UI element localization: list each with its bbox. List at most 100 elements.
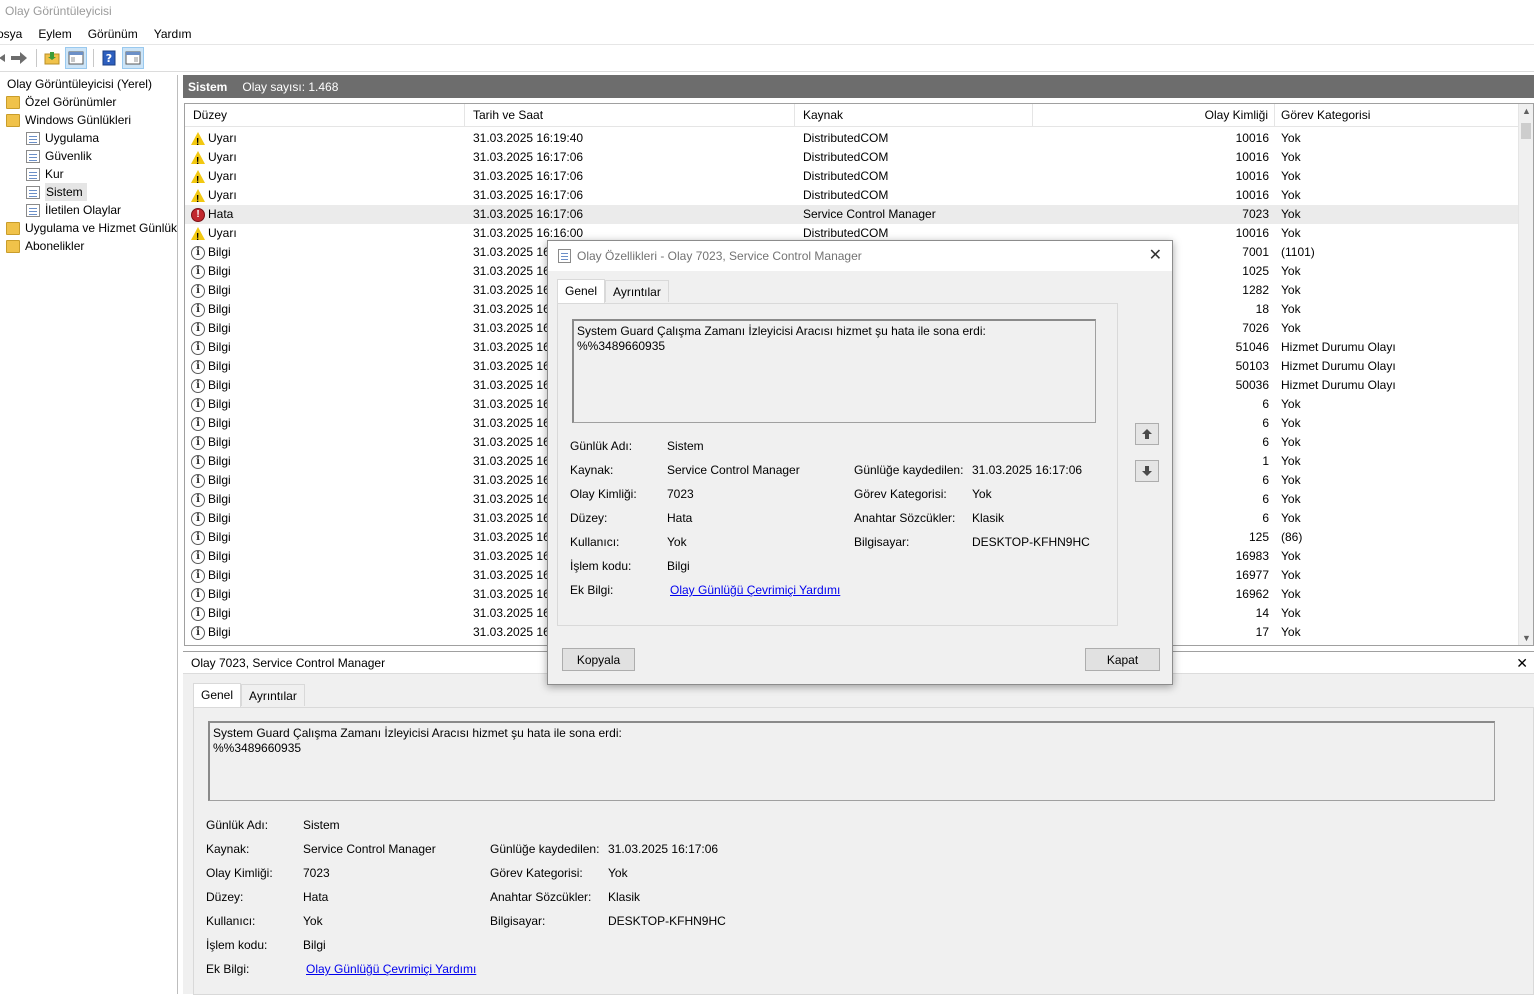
- table-row[interactable]: Uyarı 31.03.2025 16:17:06 DistributedCOM 10…: [185, 148, 1519, 167]
- column-task-category[interactable]: Görev Kategorisi: [1275, 104, 1519, 127]
- close-icon[interactable]: ✕: [1149, 241, 1162, 271]
- tree-log-label: Uygulama: [45, 131, 100, 145]
- level-text: Bilgi: [208, 283, 231, 297]
- column-level[interactable]: Düzey: [185, 104, 465, 127]
- cell-date: 31.03.2025 16:17:06: [473, 207, 584, 221]
- cell-level: i Bilgi: [185, 262, 465, 281]
- menu-bar: osya Eylem Görünüm Yardım: [0, 24, 1534, 45]
- level-text: Hata: [208, 207, 234, 221]
- cell-level: Uyarı: [185, 129, 465, 148]
- log-header: Sistem Olay sayısı: 1.468: [183, 75, 1534, 98]
- tree-custom-views[interactable]: Özel Görünümler: [0, 93, 177, 111]
- menu-file[interactable]: osya: [0, 24, 30, 44]
- info-icon: i: [191, 492, 205, 507]
- back-arrow-icon[interactable]: [0, 47, 6, 69]
- scroll-up-icon[interactable]: ▲: [1522, 106, 1531, 116]
- info-icon: i: [191, 321, 205, 336]
- label-more-info: Ek Bilgi:: [206, 962, 250, 976]
- label-user: Kullanıcı:: [206, 914, 256, 928]
- level-text: Bilgi: [208, 245, 231, 259]
- cell-source: DistributedCOM: [803, 169, 889, 183]
- folder-open-icon: [6, 113, 20, 127]
- tree-log-label: Güvenlik: [45, 149, 92, 163]
- table-row[interactable]: ! Hata 31.03.2025 16:17:06 Service Control …: [185, 205, 1519, 224]
- info-icon: i: [191, 606, 205, 621]
- menu-action[interactable]: Eylem: [30, 24, 79, 44]
- column-event-id[interactable]: Olay Kimliği: [1033, 104, 1275, 127]
- tree-custom-views-label: Özel Görünümler: [25, 95, 117, 109]
- more-info-link[interactable]: Olay Günlüğü Çevrimiçi Yardımı: [670, 583, 840, 597]
- close-button[interactable]: Kapat: [1085, 648, 1160, 671]
- next-event-button[interactable]: [1135, 460, 1159, 482]
- table-row[interactable]: Uyarı 31.03.2025 16:17:06 DistributedCOM 10…: [185, 186, 1519, 205]
- event-description[interactable]: System Guard Çalışma Zamanı İzleyicisi A…: [208, 721, 1495, 801]
- scroll-down-icon[interactable]: ▼: [1522, 633, 1531, 643]
- cell-level: i Bilgi: [185, 528, 465, 547]
- info-icon: i: [191, 302, 205, 317]
- tab-details[interactable]: Ayrıntılar: [241, 684, 305, 706]
- info-icon: i: [191, 245, 205, 260]
- console-tree-icon[interactable]: [65, 47, 87, 69]
- cell-task-category: Yok: [1281, 568, 1301, 582]
- tree-subscriptions[interactable]: Abonelikler: [0, 237, 177, 255]
- cell-level: i Bilgi: [185, 452, 465, 471]
- tab-general[interactable]: Genel: [557, 279, 606, 303]
- tree-log-label: Sistem: [45, 183, 87, 201]
- log-icon: [26, 167, 40, 181]
- tree-app-services[interactable]: Uygulama ve Hizmet Günlük: [0, 219, 177, 237]
- menu-help[interactable]: Yardım: [146, 24, 200, 44]
- event-list-scrollbar[interactable]: ▲ ▼: [1518, 104, 1533, 645]
- value-keywords: Klasik: [972, 511, 1005, 525]
- tree-log-application[interactable]: Uygulama: [0, 129, 177, 147]
- cell-level: ! Hata: [185, 205, 465, 224]
- tree-log-forwarded[interactable]: İletilen Olaylar: [0, 201, 177, 219]
- cell-task-category: Yok: [1281, 188, 1301, 202]
- tree-root[interactable]: Olay Görüntüleyicisi (Yerel): [0, 75, 177, 93]
- table-row[interactable]: Uyarı 31.03.2025 16:19:40 DistributedCOM 10…: [185, 129, 1519, 148]
- value-level: Hata: [303, 890, 329, 904]
- tab-details[interactable]: Ayrıntılar: [605, 280, 669, 302]
- cell-level: i Bilgi: [185, 490, 465, 509]
- open-folder-icon[interactable]: [41, 47, 63, 69]
- tree-log-security[interactable]: Güvenlik: [0, 147, 177, 165]
- label-event-id: Olay Kimliği:: [206, 866, 273, 880]
- label-source: Kaynak:: [570, 463, 614, 477]
- tree-windows-logs[interactable]: Windows Günlükleri: [0, 111, 177, 129]
- scroll-thumb[interactable]: [1521, 123, 1531, 139]
- help-icon[interactable]: ?: [98, 47, 120, 69]
- info-icon: i: [191, 530, 205, 545]
- copy-button[interactable]: Kopyala: [562, 648, 635, 671]
- value-event-id: 7023: [303, 866, 330, 880]
- tab-general[interactable]: Genel: [193, 683, 242, 707]
- more-info-link[interactable]: Olay Günlüğü Çevrimiçi Yardımı: [306, 962, 476, 976]
- cell-level: i Bilgi: [185, 376, 465, 395]
- folder-icon: [6, 95, 20, 109]
- action-pane-icon[interactable]: [122, 47, 144, 69]
- tree-log-system[interactable]: Sistem: [0, 183, 177, 201]
- label-computer: Bilgisayar:: [854, 535, 910, 549]
- label-opcode: İşlem kodu:: [206, 938, 268, 952]
- close-icon[interactable]: ✕: [1516, 652, 1528, 674]
- cell-level: i Bilgi: [185, 623, 465, 642]
- preview-pane: Olay 7023, Service Control Manager ✕ Gen…: [183, 651, 1534, 995]
- cell-task-category: Yok: [1281, 511, 1301, 525]
- dialog-tabs: Genel Ayrıntılar: [557, 279, 669, 304]
- column-date[interactable]: Tarih ve Saat: [465, 104, 795, 127]
- table-row[interactable]: Uyarı 31.03.2025 16:17:06 DistributedCOM 10…: [185, 167, 1519, 186]
- value-log-name: Sistem: [667, 439, 704, 453]
- cell-task-category: Hizmet Durumu Olayı: [1281, 359, 1396, 373]
- menu-view[interactable]: Görünüm: [80, 24, 146, 44]
- label-opcode: İşlem kodu:: [570, 559, 632, 573]
- log-icon: [26, 131, 40, 145]
- info-icon: i: [191, 359, 205, 374]
- forward-arrow-icon[interactable]: [8, 47, 30, 69]
- column-source[interactable]: Kaynak: [795, 104, 1033, 127]
- label-task-category: Görev Kategorisi:: [854, 487, 947, 501]
- previous-event-button[interactable]: [1135, 423, 1159, 445]
- tree-log-setup[interactable]: Kur: [0, 165, 177, 183]
- cell-event-id: 10016: [1235, 150, 1269, 164]
- warning-icon: [191, 151, 205, 167]
- cell-level: i Bilgi: [185, 319, 465, 338]
- event-description[interactable]: System Guard Çalışma Zamanı İzleyicisi A…: [572, 319, 1096, 423]
- event-log-icon: [558, 249, 571, 263]
